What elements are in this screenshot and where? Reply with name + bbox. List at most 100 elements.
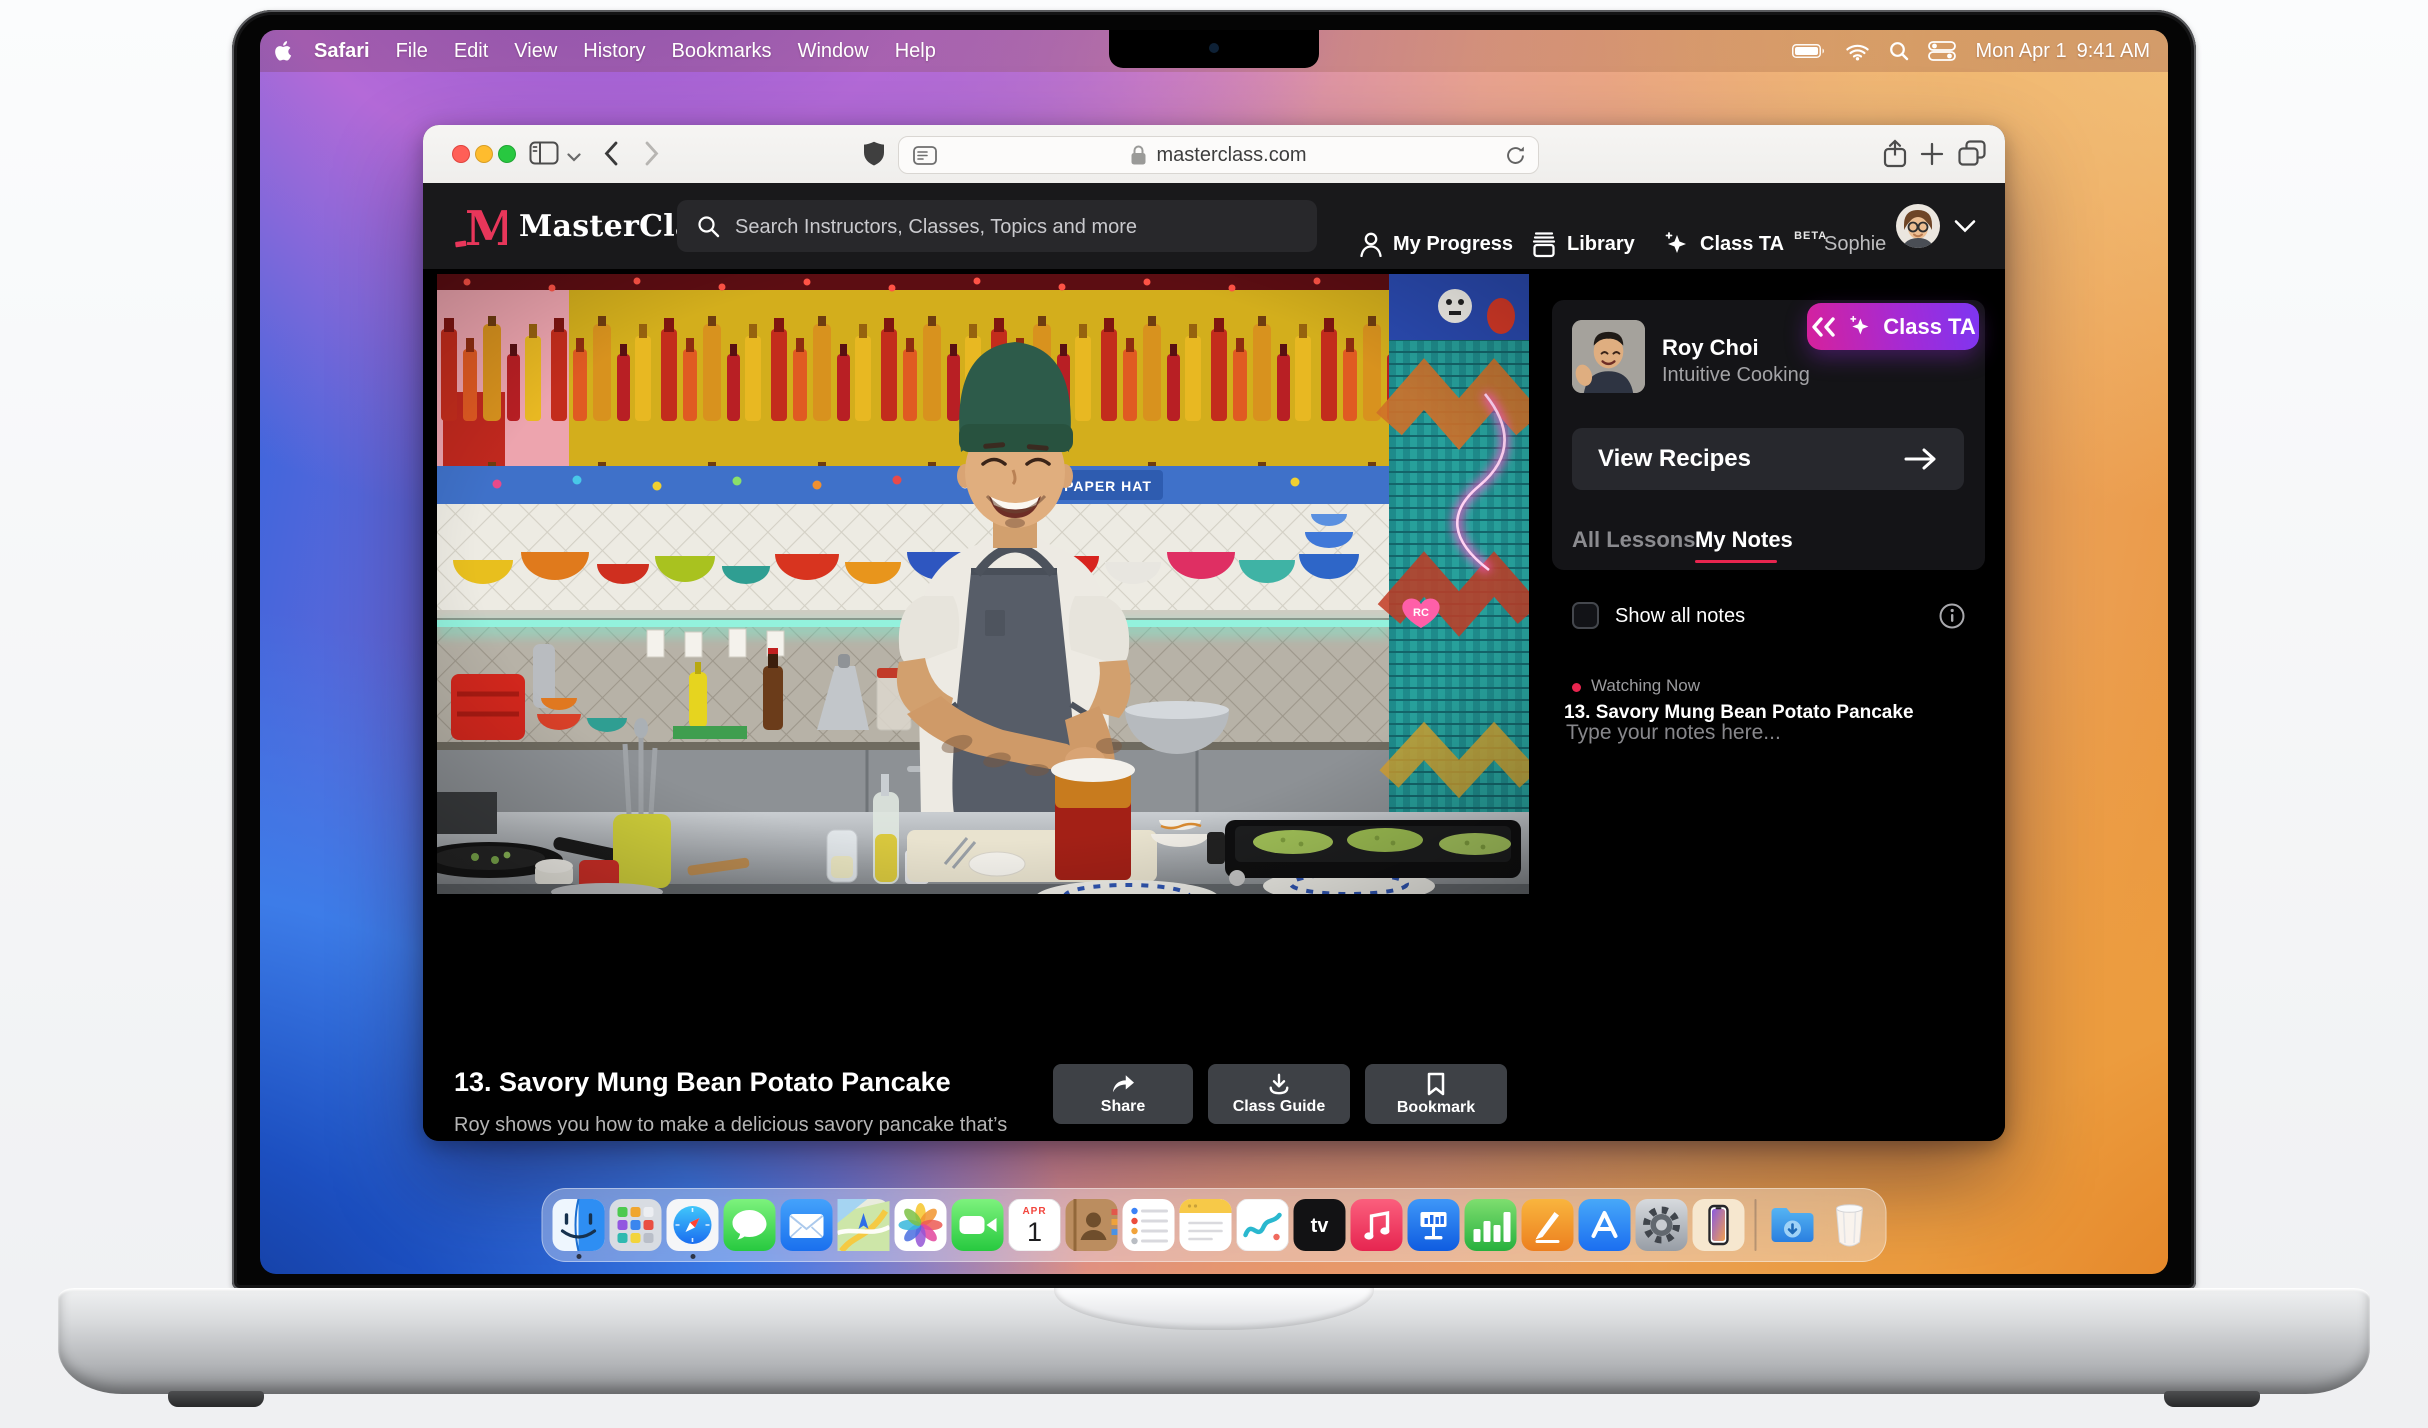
download-icon [1266, 1073, 1292, 1095]
nav-my-progress[interactable]: My Progress [1359, 222, 1513, 266]
menu-window[interactable]: Window [785, 40, 882, 63]
reader-icon[interactable] [913, 146, 937, 171]
dock-icon-numbers[interactable] [1465, 1199, 1517, 1251]
back-button[interactable] [603, 141, 619, 171]
masterclass-header: M MasterClass My Progress Library [423, 183, 2005, 269]
dock-icon-trash[interactable] [1824, 1199, 1876, 1251]
library-icon [1531, 231, 1557, 258]
dock-icon-reminders[interactable] [1123, 1199, 1175, 1251]
display-notch [1109, 30, 1319, 68]
dock-icon-mail[interactable] [781, 1199, 833, 1251]
dock-icon-keynote[interactable] [1408, 1199, 1460, 1251]
dock-icon-music[interactable] [1351, 1199, 1403, 1251]
menu-view[interactable]: View [501, 40, 570, 63]
tab-all-lessons[interactable]: All Lessons [1572, 527, 1695, 553]
forward-button[interactable] [644, 141, 660, 171]
apple-menu-icon[interactable] [260, 40, 301, 62]
sparkle-icon [1662, 230, 1690, 258]
video-player[interactable]: PAPER HAT [437, 274, 1529, 894]
share-page-icon[interactable] [1883, 139, 1907, 174]
bookmark-button[interactable]: Bookmark [1365, 1064, 1507, 1124]
menu-bar-date[interactable]: Mon Apr 1 [1975, 40, 2066, 63]
nav-class-ta[interactable]: Class TA BETA [1662, 222, 1827, 266]
dock-icon-messages[interactable] [724, 1199, 776, 1251]
dock-icon-app-store[interactable] [1579, 1199, 1631, 1251]
macbook-foot-left [168, 1391, 264, 1407]
svg-text:tv: tv [1311, 1215, 1330, 1237]
menu-bar-time[interactable]: 9:41 AM [2077, 40, 2150, 63]
dock-icon-downloads[interactable] [1767, 1199, 1819, 1251]
address-bar[interactable]: masterclass.com [898, 136, 1539, 174]
watching-now-label: Watching Now [1591, 676, 1700, 696]
safari-toolbar: masterclass.com [423, 125, 2005, 184]
dock-divider [1755, 1199, 1757, 1251]
class-guide-button[interactable]: Class Guide [1208, 1064, 1350, 1124]
share-arrow-icon [1110, 1073, 1136, 1095]
marketing-canvas: Safari File Edit View History Bookmarks … [0, 0, 2428, 1428]
menu-file[interactable]: File [383, 40, 441, 63]
reload-icon[interactable] [1505, 145, 1526, 172]
running-indicator [576, 1254, 581, 1259]
search-icon [697, 215, 720, 243]
vignette [437, 274, 1529, 894]
show-all-notes-checkbox[interactable] [1572, 602, 1599, 629]
safari-window: masterclass.com [423, 125, 2005, 1141]
privacy-shield-icon[interactable] [862, 140, 886, 173]
url-text: masterclass.com [1156, 144, 1306, 167]
sidebar-toggle-icon[interactable] [529, 140, 559, 171]
dock-icon-launchpad[interactable] [610, 1199, 662, 1251]
lesson-title: 13. Savory Mung Bean Potato Pancake [454, 1067, 951, 1098]
dock-icon-system-settings[interactable] [1636, 1199, 1688, 1251]
menu-safari[interactable]: Safari [301, 40, 383, 63]
new-tab-icon[interactable] [1920, 142, 1944, 171]
person-icon [1359, 231, 1383, 257]
course-title: Intuitive Cooking [1662, 364, 1810, 387]
running-indicator [690, 1254, 695, 1259]
sparkle-icon [1847, 314, 1872, 339]
dock-icon-iphone-mirroring[interactable] [1693, 1199, 1745, 1251]
view-recipes-button[interactable]: View Recipes [1572, 428, 1964, 490]
notes-input[interactable] [1564, 719, 1984, 879]
lock-icon [1130, 144, 1147, 166]
dock-icon-pages[interactable] [1522, 1199, 1574, 1251]
tab-overview-icon[interactable] [1958, 140, 1986, 172]
share-button[interactable]: Share [1053, 1064, 1193, 1124]
account-chevron-down-icon[interactable] [1954, 219, 1976, 238]
avatar[interactable] [1896, 204, 1940, 248]
svg-text:M: M [465, 201, 507, 251]
search-input[interactable] [733, 200, 1297, 254]
dock-icon-maps[interactable] [838, 1199, 890, 1251]
zoom-window-button[interactable] [498, 145, 516, 163]
site-search-bar[interactable] [677, 200, 1317, 252]
facetime-camera [1209, 43, 1219, 53]
info-icon[interactable] [1939, 603, 1965, 634]
dock-icon-freeform[interactable] [1237, 1199, 1289, 1251]
dock-icon-facetime[interactable] [952, 1199, 1004, 1251]
show-all-notes-label: Show all notes [1615, 605, 1745, 628]
dock-icon-calendar[interactable]: APR1 [1009, 1199, 1061, 1251]
minimize-window-button[interactable] [475, 145, 493, 163]
battery-icon[interactable] [1792, 42, 1826, 60]
menu-bookmarks[interactable]: Bookmarks [659, 40, 785, 63]
dock-icon-finder[interactable] [553, 1199, 605, 1251]
masterclass-page-body: PAPER HAT [423, 269, 2005, 1141]
menu-edit[interactable]: Edit [441, 40, 501, 63]
menu-history[interactable]: History [570, 40, 658, 63]
dock-icon-photos[interactable] [895, 1199, 947, 1251]
dock-icon-contacts[interactable] [1066, 1199, 1118, 1251]
class-ta-button[interactable]: Class TA [1807, 303, 1979, 350]
sidebar-chevron-icon[interactable] [567, 149, 581, 167]
active-tab-underline [1695, 560, 1777, 563]
dock-icon-safari[interactable] [667, 1199, 719, 1251]
dock-icon-tv[interactable]: tv [1294, 1199, 1346, 1251]
tab-my-notes[interactable]: My Notes [1695, 527, 1793, 553]
close-window-button[interactable] [452, 145, 470, 163]
nav-library[interactable]: Library [1531, 222, 1635, 266]
control-center-icon[interactable] [1928, 41, 1956, 61]
wifi-icon[interactable] [1845, 42, 1870, 61]
spotlight-search-icon[interactable] [1889, 41, 1909, 61]
dock-icon-notes[interactable] [1180, 1199, 1232, 1251]
menu-help[interactable]: Help [882, 40, 949, 63]
user-name: Sophie [1824, 222, 1886, 266]
instructor-avatar [1572, 320, 1645, 393]
